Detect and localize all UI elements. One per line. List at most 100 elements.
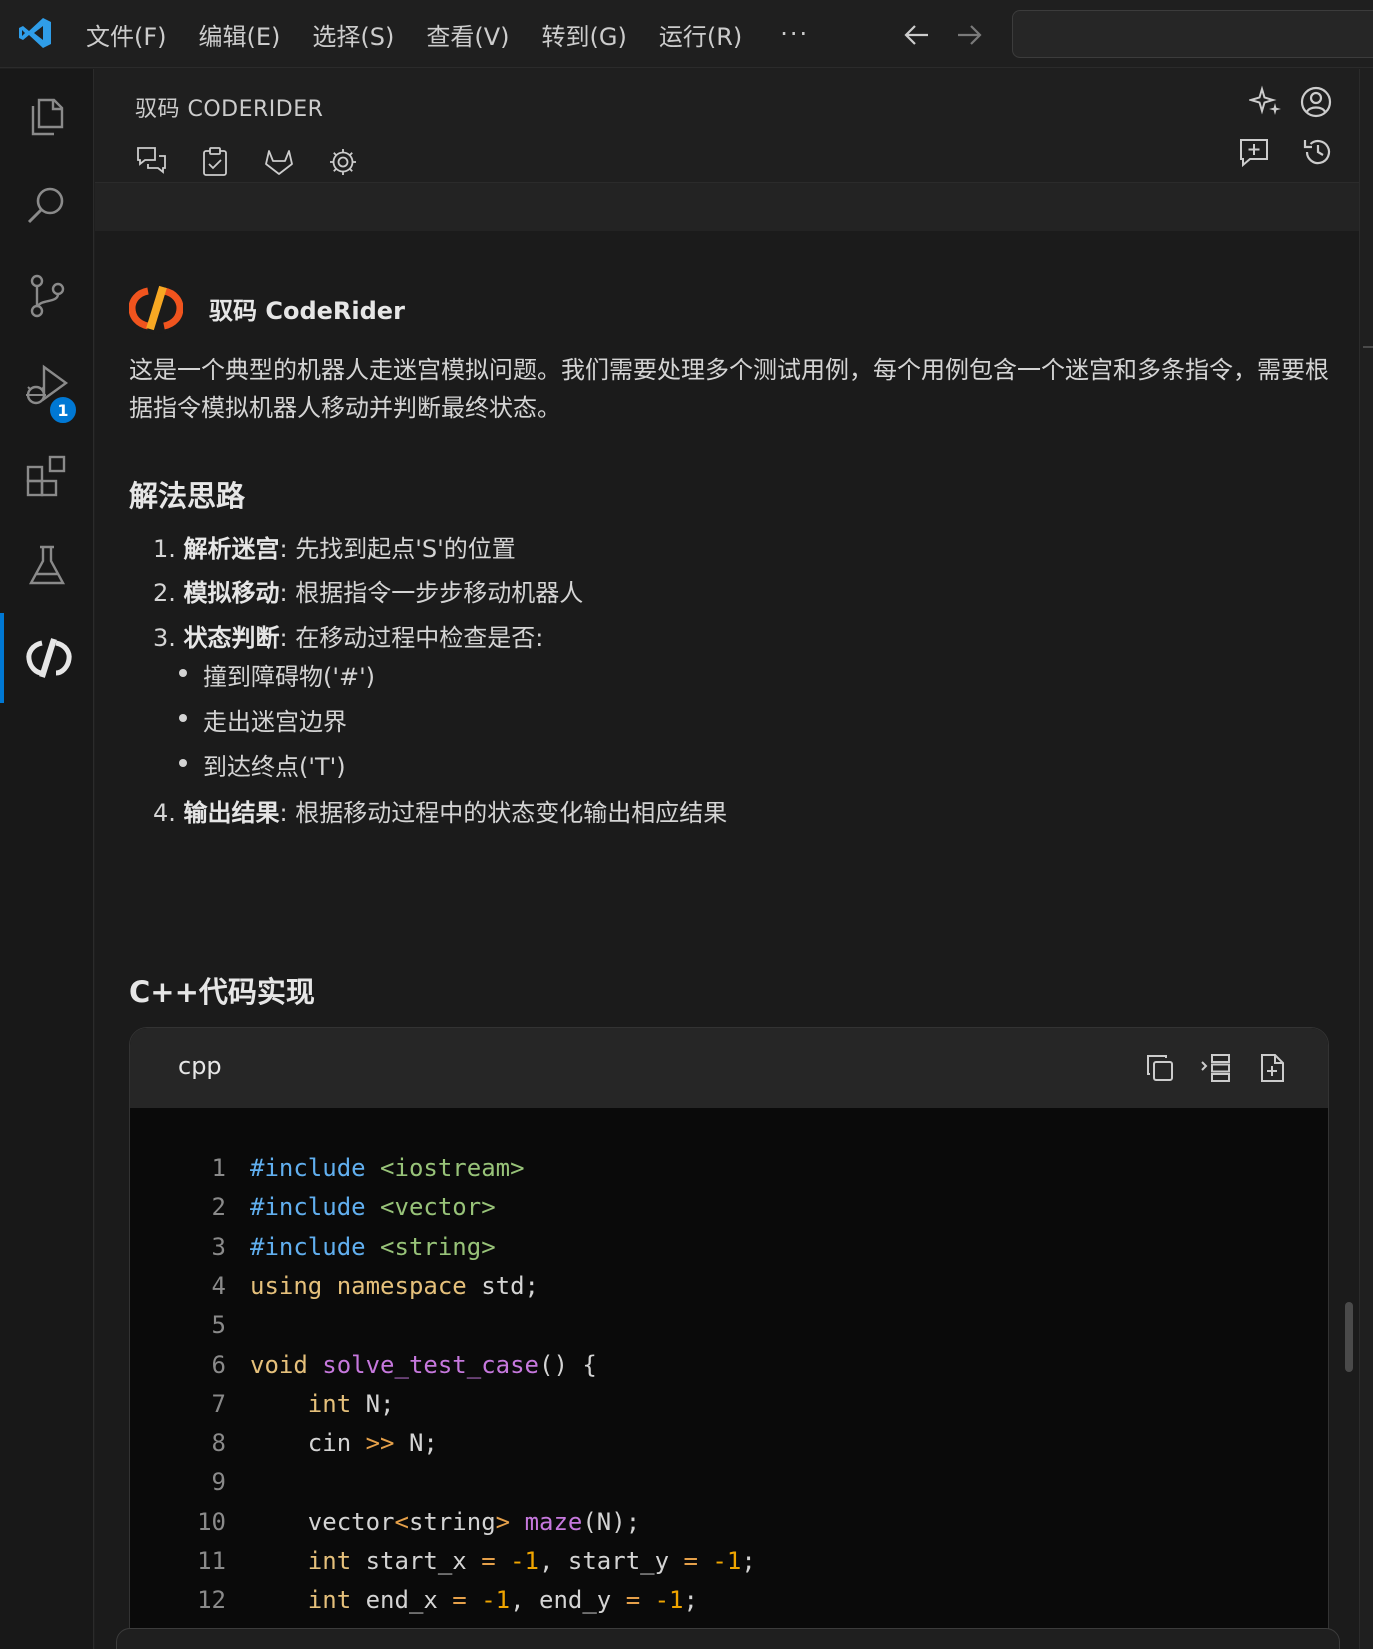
- chat-input[interactable]: [116, 1628, 1340, 1649]
- code-line: 6 void solve_test_case() {: [130, 1350, 1328, 1392]
- explorer-icon: [31, 98, 64, 136]
- search-icon: [27, 187, 64, 224]
- scrollbar-thumb[interactable]: [1345, 1302, 1353, 1372]
- line-number: 6: [211, 1350, 226, 1379]
- copy-icon[interactable]: [1144, 1052, 1176, 1084]
- code-line: 2 #include <vector>: [130, 1193, 1328, 1234]
- debug-badge: 1: [48, 395, 78, 425]
- panel-title: 驭码 CODERIDER: [135, 97, 324, 122]
- menu-edit[interactable]: 编辑(E): [199, 17, 281, 52]
- intro-text: 这是一个典型的机器人走迷宫模拟问题。我们需要处理多个测试用例，每个用例包含一个迷…: [129, 356, 1329, 422]
- scrollbar-marker: [1363, 346, 1373, 348]
- code-block: cpp 1 #include <iostream> 2 #include <ve…: [129, 1027, 1329, 1649]
- code-text: vector<string> maze(N);: [250, 1507, 641, 1536]
- sub-list-item: 走出迷宫边界: [179, 702, 347, 737]
- settings-icon: [330, 149, 356, 175]
- code-line: 9: [130, 1468, 1328, 1509]
- title-bar: 文件(F) 编辑(E) 选择(S) 查看(V) 转到(G) 运行(R) ···: [0, 0, 1373, 68]
- code-line: 11 int start_x = -1, start_y = -1;: [130, 1547, 1328, 1588]
- chat-icon: [137, 146, 166, 174]
- extensions-icon: [26, 455, 66, 497]
- line-number: 7: [211, 1389, 226, 1418]
- panel-edge: [1359, 69, 1360, 1649]
- line-number: 3: [211, 1232, 226, 1261]
- line-number: 1: [211, 1154, 226, 1182]
- line-number: 11: [197, 1547, 226, 1575]
- line-number: 8: [211, 1429, 226, 1458]
- new-chat-icon[interactable]: [1237, 135, 1271, 169]
- chat-content: 驭码 CodeRider 这是一个典型的机器人走迷宫模拟问题。我们需要处理多个测…: [95, 231, 1359, 1649]
- activity-extensions[interactable]: [0, 431, 94, 521]
- code-language-label: cpp: [178, 1052, 222, 1080]
- code-block-header: cpp: [130, 1028, 1328, 1108]
- menu-run[interactable]: 运行(R): [659, 17, 742, 52]
- activity-coderider[interactable]: [0, 613, 94, 703]
- activity-search[interactable]: [0, 161, 94, 251]
- tab-settings[interactable]: [311, 139, 375, 185]
- code-text: #include <iostream>: [250, 1154, 525, 1182]
- code-body[interactable]: 1 #include <iostream> 2 #include <vector> 3 #…: [130, 1108, 1328, 1649]
- code-text: #include <vector>: [250, 1193, 496, 1222]
- line-number: 10: [197, 1507, 226, 1536]
- panel-strip: [95, 183, 1359, 231]
- code-text: int end_x = -1, end_y = -1;: [307, 1586, 698, 1615]
- code-line: 4 using namespace std;: [130, 1271, 1328, 1313]
- command-center-search[interactable]: [1012, 10, 1373, 58]
- list-item: 1. 解析迷宫: 先找到起点'S'的位置: [153, 535, 516, 563]
- menu-bar: 文件(F) 编辑(E) 选择(S) 查看(V) 转到(G) 运行(R) ···: [86, 0, 809, 68]
- list-item: 2. 模拟移动: 根据指令一步步移动机器人: [153, 579, 584, 607]
- code-text: #include <string>: [250, 1232, 496, 1261]
- section-title-approach: 解法思路: [129, 479, 246, 513]
- menu-selection[interactable]: 选择(S): [312, 17, 394, 52]
- sparkle-icon[interactable]: [1249, 85, 1283, 119]
- source-control-icon: [30, 274, 65, 318]
- code-line: 12 int end_x = -1, end_y = -1;: [130, 1586, 1328, 1627]
- code-text: using namespace std;: [250, 1271, 539, 1300]
- tab-gitlab[interactable]: [247, 139, 311, 185]
- line-number: 9: [211, 1468, 226, 1497]
- code-line: 1 #include <iostream>: [130, 1154, 1328, 1195]
- code-line: 3 #include <string>: [130, 1232, 1328, 1274]
- tab-tasks[interactable]: [183, 139, 247, 185]
- assistant-name: 驭码 CodeRider: [209, 296, 405, 325]
- new-file-icon[interactable]: [1256, 1052, 1288, 1084]
- line-number: 12: [197, 1586, 226, 1615]
- tasks-icon: [203, 147, 227, 176]
- list-item: 4. 输出结果: 根据移动过程中的状态变化输出相应结果: [153, 799, 728, 827]
- code-text: cin >> N;: [250, 1429, 438, 1458]
- coderider-logo-icon: [129, 282, 183, 334]
- history-icon[interactable]: [1301, 135, 1335, 169]
- assistant-header: 驭码 CodeRider: [129, 281, 405, 335]
- gitlab-icon: [265, 150, 293, 175]
- activity-bar: 1: [0, 69, 94, 1649]
- menu-file[interactable]: 文件(F): [86, 17, 167, 52]
- arrow-left-icon[interactable]: [902, 20, 932, 50]
- list-item: 3. 状态判断: 在移动过程中检查是否:: [153, 624, 544, 652]
- activity-run-debug[interactable]: 1: [0, 341, 94, 431]
- sub-list-item: 到达终点('T'): [179, 747, 346, 782]
- activity-explorer[interactable]: [0, 71, 94, 161]
- activity-testing[interactable]: [0, 521, 94, 611]
- coderider-panel: 驭码 CODERIDER 驭码 CodeRider 这是一个典型的机器人走迷宫模…: [95, 69, 1359, 1649]
- menu-more-icon[interactable]: ···: [780, 20, 809, 48]
- insert-code-icon[interactable]: [1200, 1052, 1232, 1084]
- testing-icon: [28, 545, 66, 585]
- line-number: 4: [211, 1271, 226, 1300]
- code-line: 7 int N;: [130, 1389, 1328, 1431]
- code-text: void solve_test_case() {: [250, 1350, 597, 1379]
- section-title-code: C++代码实现: [129, 975, 315, 1009]
- code-line: 5: [130, 1311, 1328, 1352]
- code-text: int start_x = -1, start_y = -1;: [307, 1547, 756, 1575]
- tab-chat[interactable]: [119, 139, 183, 185]
- vscode-logo-icon[interactable]: [18, 16, 52, 50]
- activity-source-control[interactable]: [0, 251, 94, 341]
- menu-view[interactable]: 查看(V): [426, 17, 509, 52]
- line-number: 5: [211, 1311, 226, 1340]
- account-icon[interactable]: [1299, 85, 1333, 119]
- code-line: 10 vector<string> maze(N);: [130, 1507, 1328, 1549]
- sub-list-item: 撞到障碍物('#'): [178, 657, 375, 692]
- panel-tabs: [119, 139, 375, 185]
- code-line: 8 cin >> N;: [130, 1429, 1328, 1470]
- menu-go[interactable]: 转到(G): [542, 17, 627, 52]
- arrow-right-icon[interactable]: [954, 20, 984, 50]
